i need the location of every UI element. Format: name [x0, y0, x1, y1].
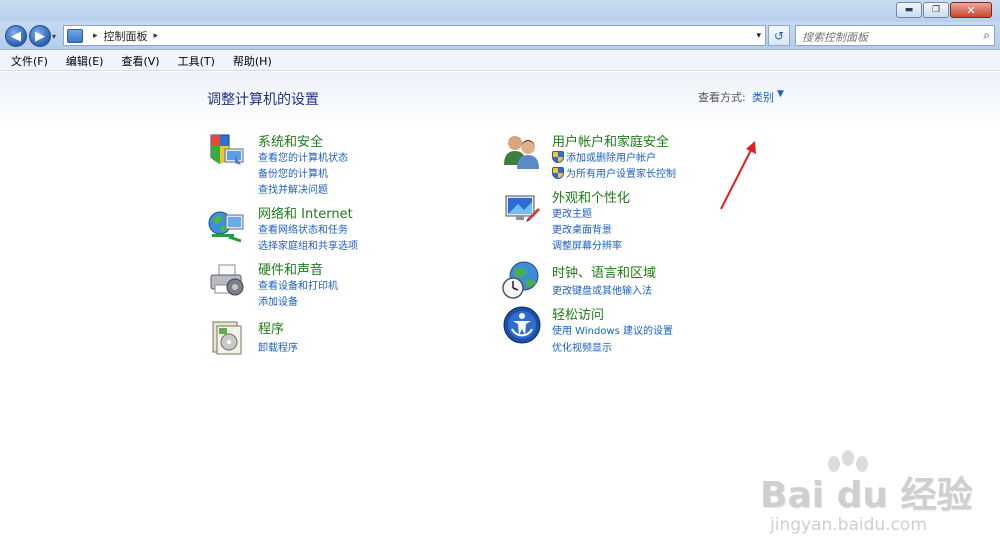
navigation-bar: ◀ ▶ ▾ ▸ 控制面板 ▸ ▾ ↺ 搜索控制面板 ⌕: [0, 22, 1000, 50]
clock-globe-icon[interactable]: [502, 260, 542, 300]
appearance-icon[interactable]: [502, 188, 542, 228]
maximize-button[interactable]: ❐: [923, 2, 949, 18]
watermark-url: jingyan.baidu.com: [770, 515, 927, 535]
users-icon[interactable]: [502, 131, 542, 171]
category-title-ease-of-access[interactable]: 轻松访问: [552, 304, 604, 323]
link-backup-computer[interactable]: 备份您的计算机: [258, 165, 328, 180]
link-homegroup-sharing[interactable]: 选择家庭组和共享选项: [258, 237, 358, 252]
page-title: 调整计算机的设置: [207, 92, 319, 108]
category-title-programs[interactable]: 程序: [258, 318, 284, 337]
breadcrumb-control-panel[interactable]: 控制面板: [104, 28, 148, 44]
minimize-button[interactable]: ▬: [896, 2, 922, 18]
shield-icon: [552, 167, 564, 179]
category-title-hardware-sound[interactable]: 硬件和声音: [258, 259, 323, 278]
address-dropdown[interactable]: ▾: [756, 31, 761, 41]
recent-pages-dropdown[interactable]: ▾: [52, 32, 56, 41]
annotation-arrow: [720, 141, 756, 210]
link-add-device[interactable]: 添加设备: [258, 293, 298, 308]
programs-icon[interactable]: [207, 318, 247, 358]
network-icon[interactable]: [207, 205, 247, 245]
search-input[interactable]: 搜索控制面板 ⌕: [795, 25, 995, 46]
window-titlebar: ▬ ❐ ✕: [0, 0, 1000, 22]
search-placeholder: 搜索控制面板: [802, 31, 868, 44]
link-troubleshoot[interactable]: 查找并解决问题: [258, 181, 328, 196]
chevron-down-icon[interactable]: ▼: [777, 89, 784, 99]
view-by-dropdown[interactable]: 类别: [752, 89, 774, 105]
control-panel-icon: [67, 28, 83, 43]
breadcrumb-separator[interactable]: ▸: [154, 31, 159, 41]
shield-icon: [552, 151, 564, 163]
link-devices-printers[interactable]: 查看设备和打印机: [258, 277, 338, 292]
category-title-user-accounts[interactable]: 用户帐户和家庭安全: [552, 131, 669, 150]
address-bar[interactable]: ▸ 控制面板 ▸ ▾: [63, 25, 766, 46]
link-text[interactable]: 添加或删除用户帐户: [566, 153, 656, 164]
category-title-network[interactable]: 网络和 Internet: [258, 203, 353, 222]
menu-view[interactable]: 查看(V): [114, 53, 166, 69]
search-icon[interactable]: ⌕: [983, 28, 990, 43]
breadcrumb-separator[interactable]: ▸: [93, 31, 98, 41]
menu-tools[interactable]: 工具(T): [171, 53, 222, 69]
printer-icon[interactable]: [207, 261, 247, 301]
link-recommended-settings[interactable]: 使用 Windows 建议的设置: [552, 322, 673, 337]
link-screen-resolution[interactable]: 调整屏幕分辨率: [552, 237, 622, 252]
link-optimize-display[interactable]: 优化视频显示: [552, 339, 612, 354]
category-title-system-security[interactable]: 系统和安全: [258, 131, 323, 150]
menu-file[interactable]: 文件(F): [4, 53, 55, 69]
link-change-background[interactable]: 更改桌面背景: [552, 221, 612, 236]
refresh-button[interactable]: ↺: [768, 25, 790, 46]
forward-button[interactable]: ▶: [29, 25, 51, 47]
category-title-clock-language[interactable]: 时钟、语言和区域: [552, 262, 656, 281]
link-uninstall-program[interactable]: 卸载程序: [258, 339, 298, 354]
menu-bar: 文件(F) 编辑(E) 查看(V) 工具(T) 帮助(H): [0, 51, 1000, 71]
link-change-theme[interactable]: 更改主题: [552, 205, 592, 220]
watermark-text: Bai du 经验: [760, 475, 973, 516]
view-by-label: 查看方式:: [698, 91, 746, 104]
system-security-icon[interactable]: [207, 131, 247, 171]
menu-help[interactable]: 帮助(H): [226, 53, 279, 69]
category-title-appearance[interactable]: 外观和个性化: [552, 187, 630, 206]
link-text[interactable]: 为所有用户设置家长控制: [566, 169, 676, 180]
menu-edit[interactable]: 编辑(E): [59, 53, 111, 69]
link-network-status[interactable]: 查看网络状态和任务: [258, 221, 348, 236]
link-change-keyboard[interactable]: 更改键盘或其他输入法: [552, 282, 652, 297]
link-add-remove-accounts[interactable]: 添加或删除用户帐户: [552, 149, 656, 164]
close-button[interactable]: ✕: [950, 2, 992, 18]
ease-of-access-icon[interactable]: [502, 305, 542, 345]
link-parental-controls[interactable]: 为所有用户设置家长控制: [552, 165, 676, 180]
window-controls: ▬ ❐ ✕: [896, 2, 992, 18]
back-button[interactable]: ◀: [5, 25, 27, 47]
link-view-computer-status[interactable]: 查看您的计算机状态: [258, 149, 348, 164]
